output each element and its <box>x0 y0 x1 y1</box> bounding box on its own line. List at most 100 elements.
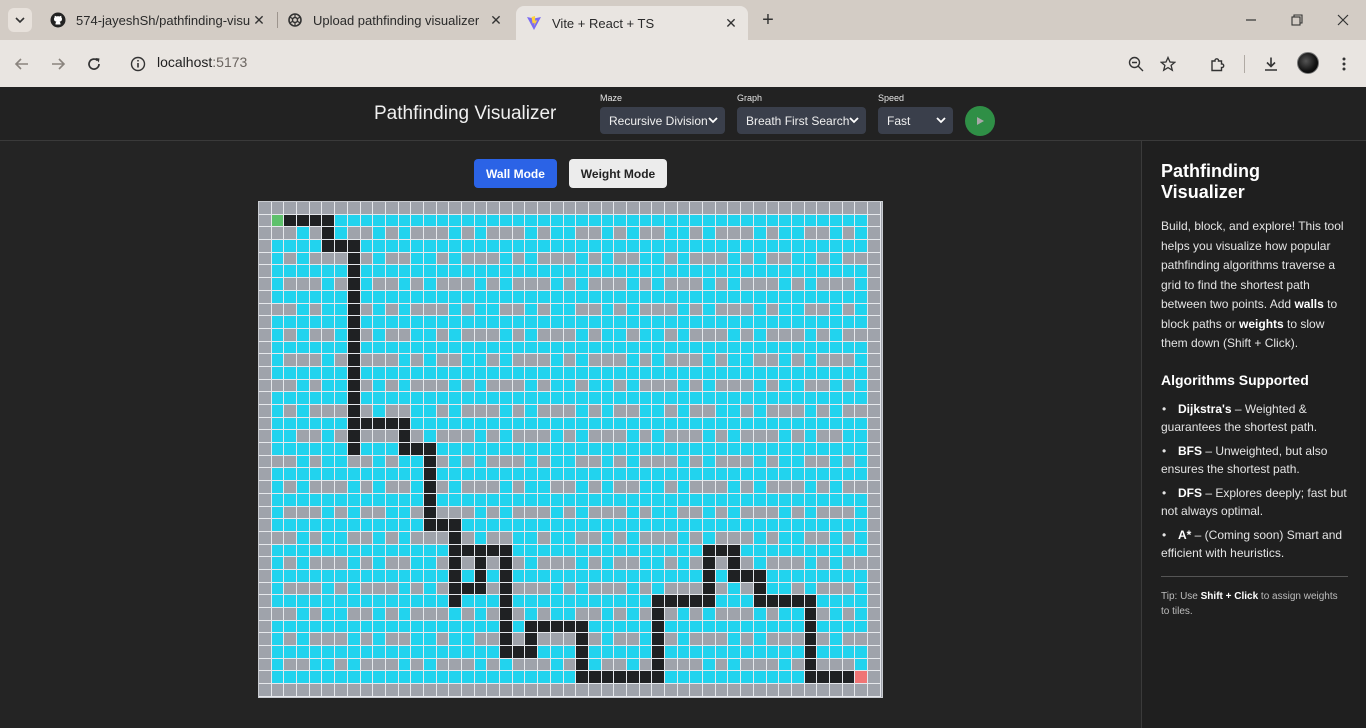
empty-cell[interactable] <box>766 252 780 266</box>
visited-cell[interactable] <box>753 633 767 647</box>
visited-cell[interactable] <box>715 443 729 456</box>
empty-cell[interactable] <box>297 582 310 596</box>
path-cell[interactable] <box>500 608 513 621</box>
empty-cell[interactable] <box>690 684 704 697</box>
visited-cell[interactable] <box>550 227 564 241</box>
empty-cell[interactable] <box>462 379 475 393</box>
close-tab-icon[interactable]: ✕ <box>487 11 505 29</box>
empty-cell[interactable] <box>614 354 627 367</box>
empty-cell[interactable] <box>868 506 881 520</box>
visited-cell[interactable] <box>626 392 640 405</box>
visited-cell[interactable] <box>449 328 462 342</box>
empty-cell[interactable] <box>436 379 450 393</box>
visited-cell[interactable] <box>487 569 501 583</box>
visited-cell[interactable] <box>411 493 424 507</box>
visited-cell[interactable] <box>474 671 488 685</box>
visited-cell[interactable] <box>741 620 754 634</box>
visited-cell[interactable] <box>576 493 589 507</box>
visited-cell[interactable] <box>550 569 564 583</box>
visited-cell[interactable] <box>652 557 665 570</box>
empty-cell[interactable] <box>462 430 475 444</box>
visited-cell[interactable] <box>703 341 716 355</box>
visited-cell[interactable] <box>373 290 386 304</box>
visited-cell[interactable] <box>563 366 577 380</box>
empty-cell[interactable] <box>297 278 310 291</box>
visited-cell[interactable] <box>779 290 792 304</box>
visited-cell[interactable] <box>804 519 818 532</box>
visited-cell[interactable] <box>576 252 589 266</box>
visited-cell[interactable] <box>297 544 310 558</box>
visited-cell[interactable] <box>665 227 678 241</box>
visited-cell[interactable] <box>373 303 386 317</box>
empty-cell[interactable] <box>829 278 843 291</box>
empty-cell[interactable] <box>842 633 856 647</box>
visited-cell[interactable] <box>817 595 830 608</box>
empty-cell[interactable] <box>512 405 526 418</box>
visited-cell[interactable] <box>563 493 577 507</box>
empty-cell[interactable] <box>423 202 437 215</box>
path-cell[interactable] <box>576 633 589 647</box>
visited-cell[interactable] <box>500 240 513 253</box>
empty-cell[interactable] <box>817 684 830 697</box>
empty-cell[interactable] <box>588 557 602 570</box>
visited-cell[interactable] <box>550 544 564 558</box>
visited-cell[interactable] <box>411 569 424 583</box>
visited-cell[interactable] <box>728 443 742 456</box>
visited-cell[interactable] <box>626 658 640 672</box>
visited-cell[interactable] <box>652 214 665 228</box>
visited-cell[interactable] <box>297 493 310 507</box>
visited-cell[interactable] <box>779 671 792 685</box>
visited-cell[interactable] <box>690 265 704 279</box>
visited-cell[interactable] <box>690 569 704 583</box>
visited-cell[interactable] <box>855 620 868 634</box>
visited-cell[interactable] <box>728 481 742 494</box>
visited-cell[interactable] <box>373 392 386 405</box>
visited-cell[interactable] <box>411 455 424 469</box>
empty-cell[interactable] <box>284 202 298 215</box>
visited-cell[interactable] <box>652 430 665 444</box>
empty-cell[interactable] <box>462 506 475 520</box>
empty-cell[interactable] <box>829 202 843 215</box>
empty-cell[interactable] <box>829 506 843 520</box>
visited-cell[interactable] <box>690 417 704 431</box>
visited-cell[interactable] <box>411 214 424 228</box>
path-cell[interactable] <box>347 366 361 380</box>
empty-cell[interactable] <box>576 608 589 621</box>
visited-cell[interactable] <box>423 328 437 342</box>
visited-cell[interactable] <box>576 290 589 304</box>
visited-cell[interactable] <box>753 392 767 405</box>
empty-cell[interactable] <box>588 531 602 545</box>
empty-cell[interactable] <box>728 303 742 317</box>
empty-cell[interactable] <box>779 633 792 647</box>
empty-cell[interactable] <box>398 202 412 215</box>
empty-cell[interactable] <box>842 684 856 697</box>
visited-cell[interactable] <box>487 240 501 253</box>
visited-cell[interactable] <box>766 646 780 659</box>
visited-cell[interactable] <box>297 392 310 405</box>
visited-cell[interactable] <box>753 531 767 545</box>
visited-cell[interactable] <box>423 633 437 647</box>
extensions-button[interactable] <box>1206 52 1230 76</box>
empty-cell[interactable] <box>462 557 475 570</box>
empty-cell[interactable] <box>284 582 298 596</box>
visited-cell[interactable] <box>804 316 818 329</box>
visited-cell[interactable] <box>791 290 805 304</box>
empty-cell[interactable] <box>855 328 868 342</box>
visited-cell[interactable] <box>842 417 856 431</box>
visited-cell[interactable] <box>690 646 704 659</box>
visited-cell[interactable] <box>652 278 665 291</box>
visited-cell[interactable] <box>728 519 742 532</box>
visited-cell[interactable] <box>753 303 767 317</box>
visited-cell[interactable] <box>626 620 640 634</box>
visited-cell[interactable] <box>538 569 551 583</box>
profile-avatar[interactable] <box>1297 52 1319 74</box>
empty-cell[interactable] <box>728 455 742 469</box>
visited-cell[interactable] <box>779 569 792 583</box>
visited-cell[interactable] <box>690 443 704 456</box>
visited-cell[interactable] <box>271 493 285 507</box>
visited-cell[interactable] <box>309 240 323 253</box>
empty-cell[interactable] <box>588 608 602 621</box>
empty-cell[interactable] <box>779 328 792 342</box>
visited-cell[interactable] <box>715 265 729 279</box>
visited-cell[interactable] <box>563 392 577 405</box>
